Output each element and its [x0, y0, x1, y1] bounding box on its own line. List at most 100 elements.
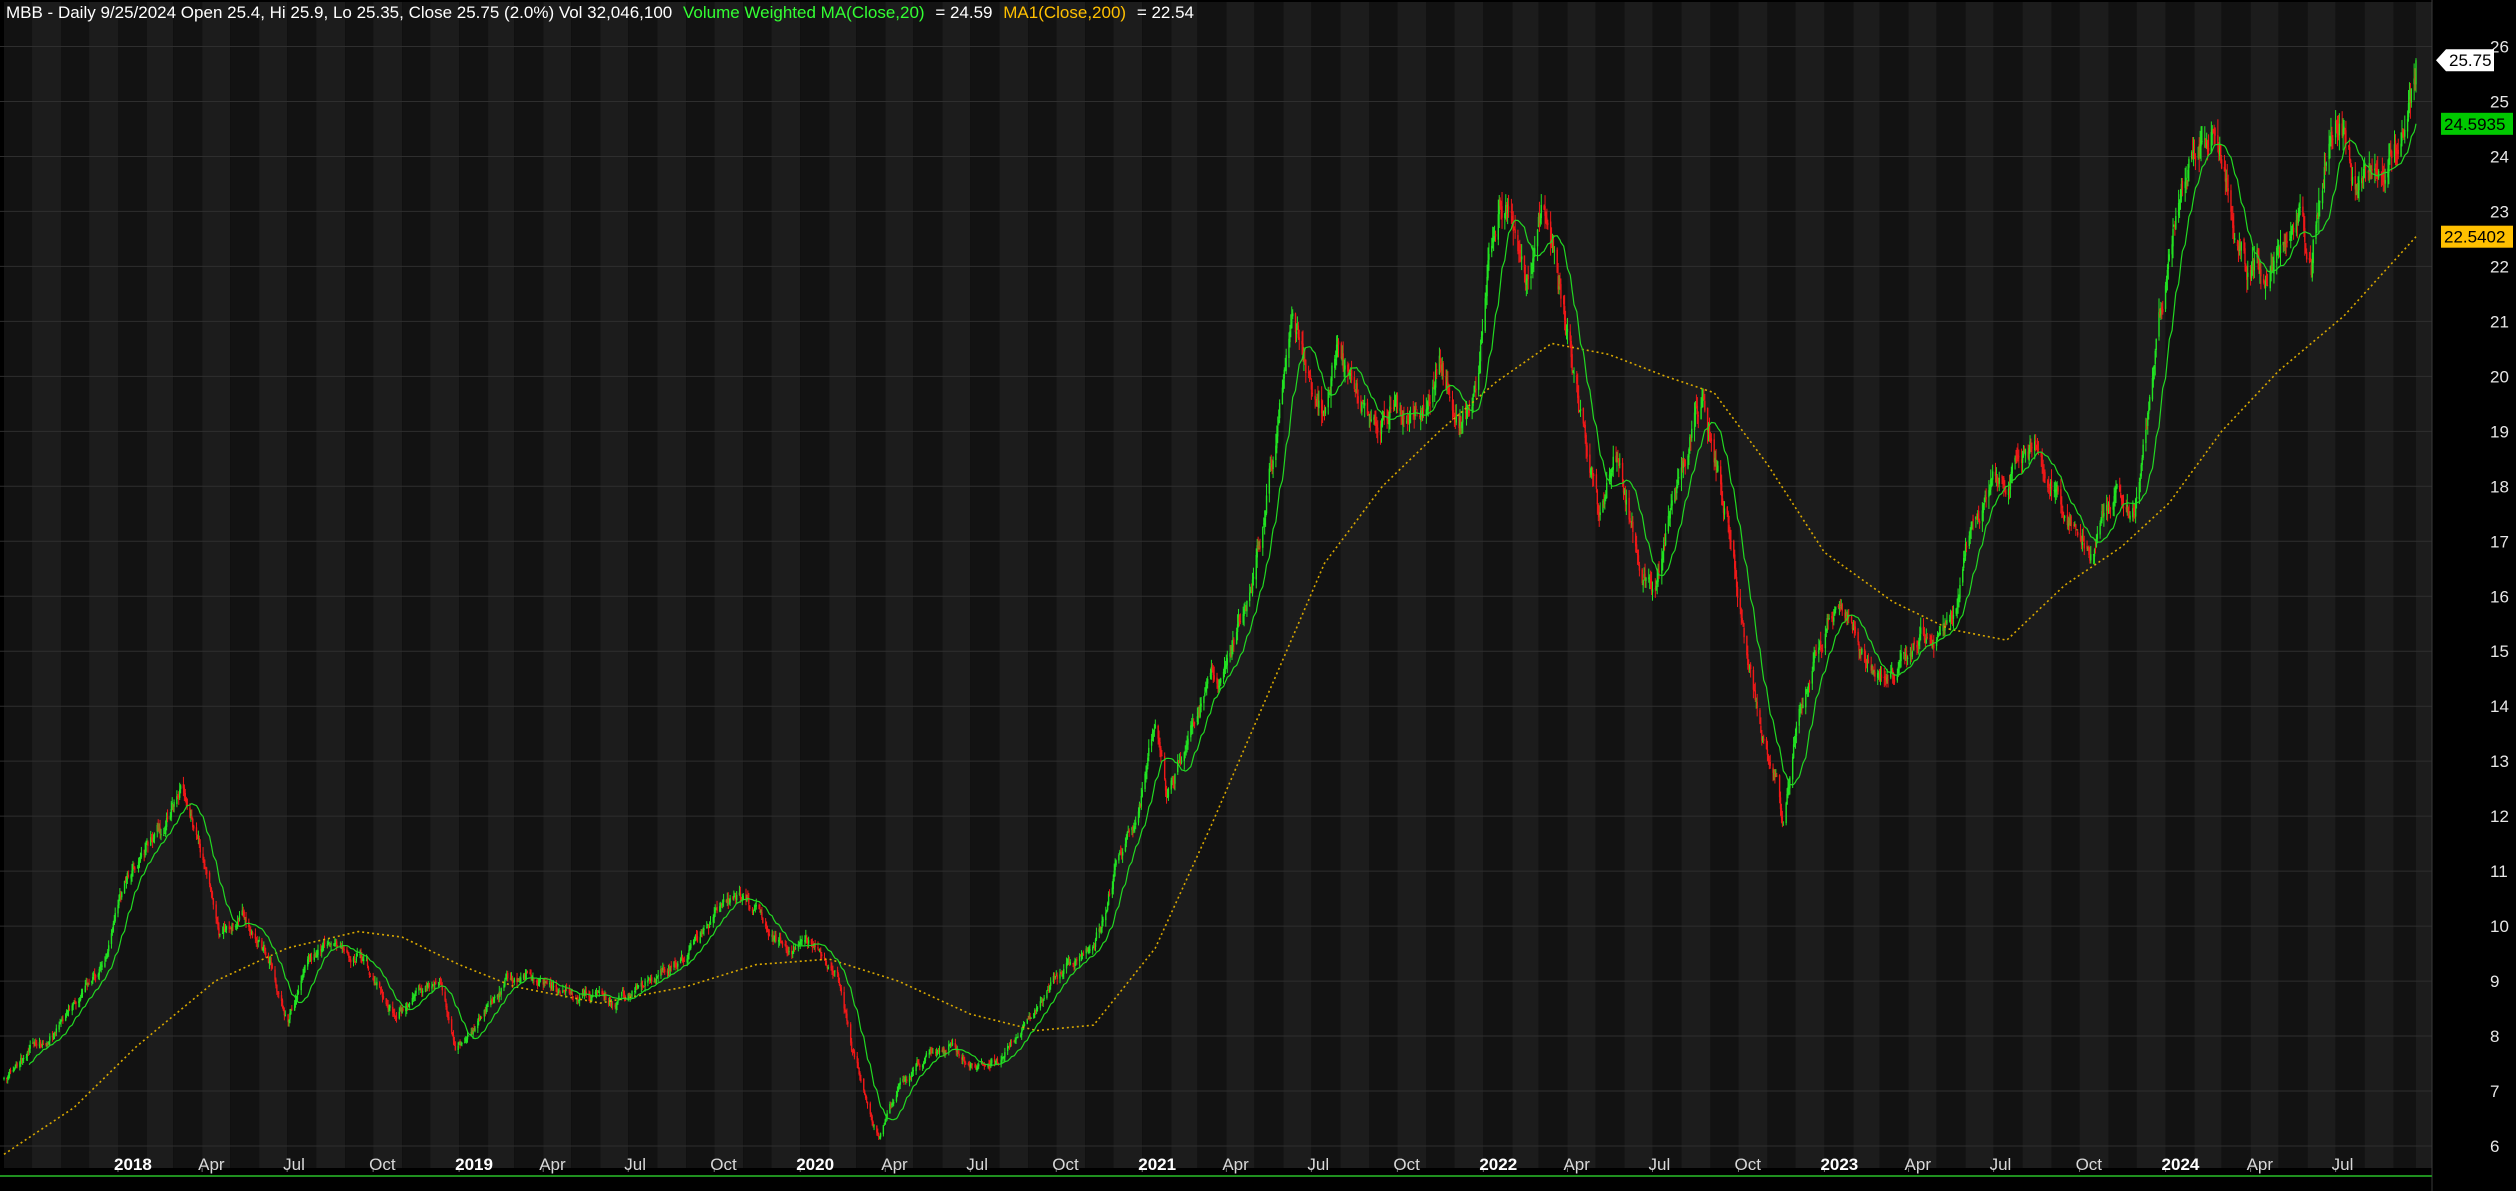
candle-body: [461, 1042, 463, 1044]
candle-body: [2292, 227, 2295, 233]
month-band: [1595, 2, 1625, 1168]
month-band: [373, 2, 403, 1168]
candle-body: [1442, 362, 1444, 377]
candle-body: [1638, 565, 1641, 571]
candle-body: [1769, 762, 1771, 766]
candle-body: [2037, 448, 2040, 450]
y-tick-label: 25: [2490, 92, 2509, 111]
candle-body: [448, 1017, 450, 1021]
x-tick-label: Jul: [624, 1155, 646, 1174]
candle-body: [1850, 615, 1853, 622]
candle-body: [1854, 626, 1856, 634]
y-tick-label: 13: [2490, 752, 2509, 771]
stock-chart[interactable]: 67891011121314151617181920212223242526 2…: [0, 0, 2516, 1191]
candle-body: [906, 1079, 908, 1082]
month-band: [173, 2, 203, 1168]
y-tick-label: 16: [2490, 587, 2509, 606]
y-tick-label: 17: [2490, 532, 2509, 551]
candle-body: [355, 956, 358, 962]
candle-body: [215, 904, 217, 919]
candle-body: [546, 980, 548, 985]
candle-body: [343, 949, 345, 951]
candle-body: [2304, 228, 2306, 243]
candle-body: [258, 939, 260, 941]
month-band: [1538, 2, 1568, 1168]
candle-body: [559, 991, 561, 995]
candle-body: [834, 970, 836, 972]
candle-body: [323, 940, 326, 945]
month-band: [970, 2, 1000, 1168]
candle-body: [1004, 1052, 1006, 1058]
candle-body: [1530, 276, 1532, 279]
candle-body: [1629, 518, 1631, 522]
candle-body: [1730, 540, 1732, 542]
candle-body: [1880, 674, 1883, 679]
candle-body: [1370, 419, 1372, 422]
candle-body: [807, 940, 810, 944]
candle-body: [768, 933, 771, 936]
candle-body: [2044, 472, 2046, 479]
candle-body: [708, 926, 711, 928]
month-band: [1965, 2, 1994, 1168]
y-tick-label: 19: [2490, 422, 2509, 441]
candle-body: [696, 936, 699, 942]
candle-body: [1998, 477, 2000, 484]
candle-body: [284, 1014, 286, 1017]
month-band: [1908, 2, 1937, 1168]
candle-body: [1723, 508, 1726, 515]
x-tick-label: Oct: [1052, 1155, 1079, 1174]
candle-body: [722, 899, 725, 903]
candle-body: [1069, 962, 1071, 965]
candle-body: [846, 1013, 848, 1022]
candle-body: [1592, 474, 1595, 477]
candle-body: [924, 1056, 927, 1061]
y-tick-label: 21: [2490, 312, 2509, 331]
candle-body: [611, 1003, 614, 1005]
candle-body: [1547, 222, 1549, 226]
candle-body: [1833, 617, 1835, 622]
candle-body: [2391, 151, 2393, 159]
candle-body: [1621, 462, 1624, 482]
candle-body: [419, 985, 421, 988]
month-band: [1142, 2, 1172, 1168]
candle-body: [2162, 309, 2164, 313]
month-band: [316, 2, 346, 1168]
candle-body: [1704, 400, 1706, 411]
candle-body: [431, 986, 433, 989]
candle-body: [369, 975, 372, 977]
candle-body: [193, 825, 195, 829]
candle-body: [762, 917, 764, 924]
candle-body: [729, 898, 731, 903]
header-ma-label: MA1(Close,200): [1003, 3, 1126, 22]
candle-body: [1913, 641, 1915, 645]
candle-body: [1586, 445, 1588, 457]
month-band: [146, 2, 174, 1168]
candle-body: [1180, 760, 1183, 763]
candle-body: [1599, 512, 1601, 516]
month-band: [1426, 2, 1455, 1168]
candle-body: [1095, 932, 1098, 940]
candle-body: [2286, 240, 2288, 244]
candle-body: [1377, 427, 1379, 433]
candle-body: [2172, 228, 2174, 247]
candle-body: [2018, 456, 2020, 458]
candle-body: [761, 912, 763, 918]
candle-body: [2077, 531, 2079, 536]
candle-body: [208, 872, 211, 885]
month-band: [4, 2, 33, 1168]
candle-body: [520, 977, 522, 983]
candle-body: [1488, 253, 1490, 260]
candle-body: [971, 1063, 973, 1066]
candle-body: [2299, 207, 2301, 209]
y-tick-label: 9: [2490, 972, 2499, 991]
month-band: [1056, 2, 1086, 1168]
candle-body: [145, 844, 147, 852]
candle-body: [781, 942, 784, 945]
candle-body: [1193, 722, 1196, 724]
month-band: [999, 2, 1029, 1168]
x-tick-label: 2022: [1479, 1155, 1517, 1174]
candle-body: [2358, 180, 2360, 191]
candle-body: [22, 1058, 25, 1060]
candle-body: [996, 1058, 999, 1063]
candle-body: [2168, 254, 2170, 261]
